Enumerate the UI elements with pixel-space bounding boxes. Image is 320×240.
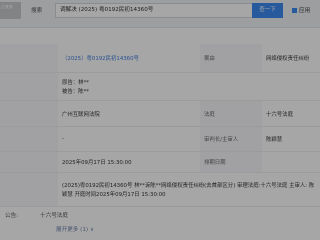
search-input[interactable]: 调解决 (2025) 粤0192民初14360号 [55,3,256,18]
top-bar: 企查查 搜索 调解决 (2025) 粤0192民初14360号 查一下 应用 [0,0,320,28]
court-label-cell [0,101,58,126]
schedule-label: 排期日期 [200,152,262,172]
announcement-section: 公告: 十六号法庭 展开更多 (1) ∨ [0,207,320,240]
table-row: 2025年09月17日 15:30:00 排期日期 [0,152,320,173]
table-row: 原告：林** 被告：陈** [0,73,320,101]
case-detail-table: （2025）粤0192民初14360号 案由 网络侵权责任纠纷 原告：林** 被… [0,44,320,207]
area-label-cell [0,127,58,151]
app-menu-label: 应用 [299,8,311,14]
app-menu-button[interactable]: 应用 [292,6,310,14]
defendant-value: 被告：陈** [62,89,89,95]
plaintiff-value: 原告：林** [62,80,89,86]
case-number-link[interactable]: （2025）粤0192民初14360号 [58,44,200,72]
case-number-label-cell [0,44,58,72]
expand-more-link[interactable]: 展开更多 (1) ∨ [56,225,94,233]
schedule-value [262,152,320,172]
announcement-label: 公告: [5,213,19,219]
judge-value: 陈颖慧 [266,137,283,143]
table-row: 广州互联网法院 法庭 十六号法庭 [0,101,320,127]
cause-label: 案由 [200,44,262,72]
table-row: - 审判长/主审人 陈颖慧 [0,127,320,152]
hearing-time-value: 2025年09月17日 15:30:00 [62,160,132,166]
cause-value: 网络侵权责任纠纷 [266,56,310,62]
announcement-value: 十六号法庭 [40,213,68,219]
search-scope-label: 搜索 [31,8,43,14]
grid-icon [292,7,297,13]
table-row: （2025）粤0192民初14360号 案由 网络侵权责任纠纷 [0,44,320,73]
area-value: - [62,136,64,142]
tribunal-value: 十六号法庭 [266,111,293,118]
case-description-text: (2025)粤0192民初14360号 林**诉陈**网络侵权责任纠纷(去首部区… [62,182,315,199]
search-button[interactable]: 查一下 [252,3,283,18]
tribunal-label: 法庭 [200,101,262,126]
content-label-cell [0,173,58,206]
case-description: (2025)粤0192民初14360号 林**诉陈**网络侵权责任纠纷(去首部区… [58,173,320,206]
app-logo[interactable]: 企查查 [0,2,21,19]
parties-label-cell [0,73,58,100]
table-row: (2025)粤0192民初14360号 林**诉陈**网络侵权责任纠纷(去首部区… [0,173,320,207]
hearing-time-label-cell [0,152,58,172]
judge-label: 审判长/主审人 [200,127,262,151]
parties-value: 原告：林** 被告：陈** [58,73,320,100]
court-value: 广州互联网法院 [62,111,100,118]
